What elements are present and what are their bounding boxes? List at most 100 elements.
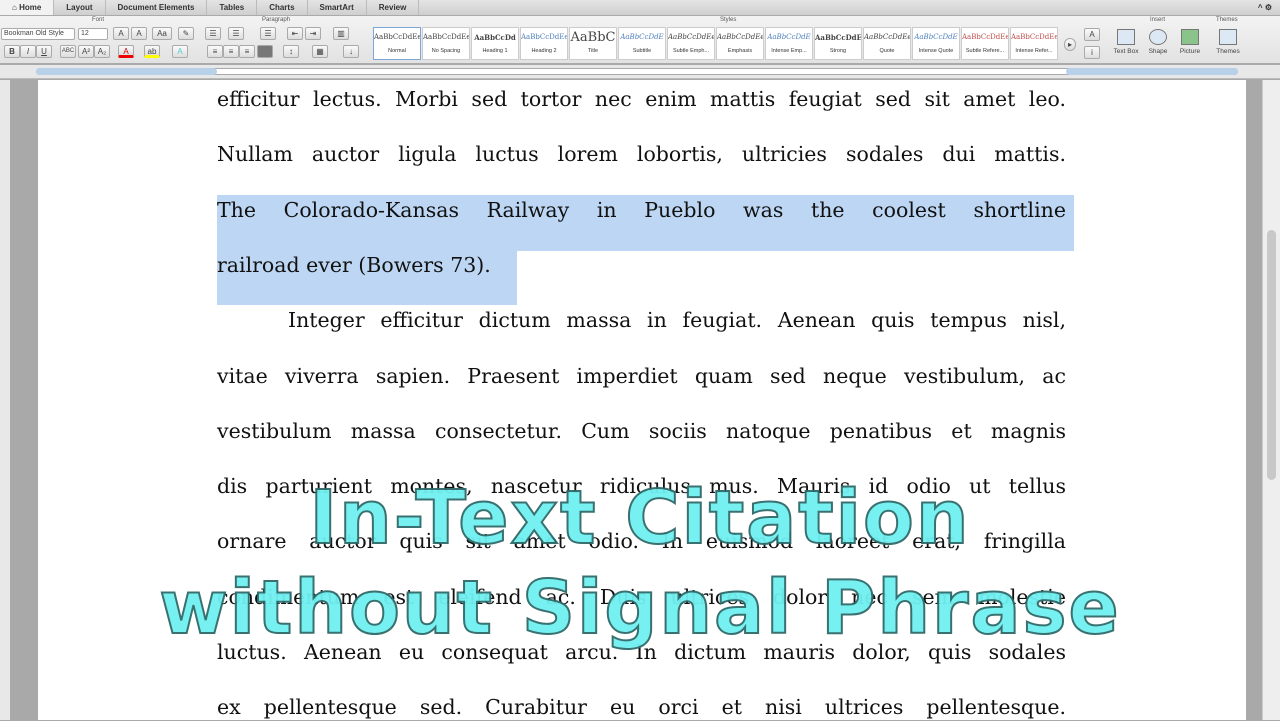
style-sample: AaBbCcDdEe <box>717 33 763 41</box>
style-intense-refer[interactable]: AaBbCcDdEe Intense Refer... <box>1010 27 1058 60</box>
style-emphasis[interactable]: AaBbCcDdEe Emphasis <box>716 27 764 60</box>
align-left-button[interactable]: ≡ <box>207 45 223 58</box>
themes-group-label: Themes <box>1216 17 1238 23</box>
tab-smartart[interactable]: SmartArt <box>308 0 367 15</box>
style-name: Normal <box>388 48 406 54</box>
style-sample: AaBbCcDdEe <box>1011 33 1057 41</box>
strikethrough-button[interactable]: ABC <box>60 45 76 58</box>
italic-button[interactable]: I <box>20 45 36 58</box>
align-center-button[interactable]: ≡ <box>223 45 239 58</box>
font-size-dropdown[interactable]: 12 <box>78 28 108 40</box>
style-heading-1[interactable]: AaBbCcDd Heading 1 <box>471 27 519 60</box>
style-sample: AaBbCcDdE <box>620 33 664 41</box>
shape-button[interactable]: Shape <box>1141 29 1175 55</box>
sort-button[interactable]: ↓ <box>343 45 359 58</box>
multilevel-list-button[interactable]: ☰ <box>260 27 276 40</box>
numbering-button[interactable]: ☰ <box>228 27 244 40</box>
style-intense-emp[interactable]: AaBbCcDdE Intense Emp... <box>765 27 813 60</box>
style-sample: AaBbCcDdEe <box>668 33 714 41</box>
style-intense-quote[interactable]: AaBbCcDdE Intense Quote <box>912 27 960 60</box>
collapse-ribbon-icon[interactable]: ^ <box>1258 3 1263 12</box>
ribbon-tabs: ⌂ Home Layout Document Elements Tables C… <box>0 0 1280 16</box>
shrink-font-button[interactable]: A <box>131 27 147 40</box>
style-normal[interactable]: AaBbCcDdEe Normal <box>373 27 421 60</box>
style-name: Emphasis <box>727 48 753 54</box>
document-line: Nullam auctor ligula luctus lorem lobort… <box>217 142 1066 167</box>
style-name: Title <box>587 48 599 54</box>
style-name: Intense Quote <box>918 48 954 54</box>
style-heading-2[interactable]: AaBbCcDdEe Heading 2 <box>520 27 568 60</box>
decrease-indent-button[interactable]: ⇤ <box>287 27 303 40</box>
horizontal-ruler[interactable] <box>0 65 1280 79</box>
style-subtitle[interactable]: AaBbCcDdE Subtitle <box>618 27 666 60</box>
text-effects-button[interactable]: A <box>172 45 188 58</box>
style-sample: AaBbCcDdEe <box>962 33 1008 41</box>
overlay-title-line-2: without Signal Phrase <box>158 565 1121 651</box>
ribbon: Font Paragraph Styles Insert Themes Book… <box>0 16 1280 64</box>
style-subtle-emph[interactable]: AaBbCcDdEe Subtle Emph... <box>667 27 715 60</box>
shape-icon <box>1149 29 1167 45</box>
font-name-dropdown[interactable]: Bookman Old Style <box>1 28 75 40</box>
justify-button[interactable] <box>257 45 273 58</box>
tab-document-elements[interactable]: Document Elements <box>106 0 208 15</box>
grow-font-button[interactable]: A <box>113 27 129 40</box>
font-color-button[interactable]: A <box>118 45 134 58</box>
style-name: Heading 2 <box>531 48 557 54</box>
increase-indent-button[interactable]: ⇥ <box>305 27 321 40</box>
style-sample: AaBbC <box>570 30 616 45</box>
clear-formatting-button[interactable]: ✎ <box>178 27 194 40</box>
style-sample: AaBbCcDdEe <box>864 33 910 41</box>
styles-gallery: AaBbCcDdEe Normal AaBbCcDdEe No Spacing AaBb… <box>373 27 1058 60</box>
style-name: Intense Refer... <box>1015 48 1053 54</box>
underline-button[interactable]: U <box>36 45 52 58</box>
change-case-button[interactable]: Aa <box>152 27 172 40</box>
subscript-button[interactable]: A₂ <box>94 45 110 58</box>
themes-button[interactable]: Themes <box>1211 29 1245 55</box>
align-right-button[interactable]: ≡ <box>239 45 255 58</box>
style-title[interactable]: AaBbC Title <box>569 27 617 60</box>
insert-group-label: Insert <box>1150 17 1166 23</box>
tab-layout[interactable]: Layout <box>54 0 106 15</box>
paragraph-group-label: Paragraph <box>262 17 291 23</box>
tab-home[interactable]: ⌂ Home <box>0 0 55 15</box>
style-subtle-refere[interactable]: AaBbCcDdEe Subtle Refere... <box>961 27 1009 60</box>
text-box-button[interactable]: Text Box <box>1109 29 1143 55</box>
style-name: Strong <box>829 48 847 54</box>
document-line: Integer efficitur dictum massa in feugia… <box>288 308 1066 333</box>
document-line: vestibulum massa consectetur. Cum sociis… <box>217 418 1066 443</box>
manage-styles-icon[interactable]: A <box>1084 28 1100 41</box>
style-strong[interactable]: AaBbCcDdE Strong <box>814 27 862 60</box>
style-sample: AaBbCcDdE <box>767 33 811 41</box>
highlight-button[interactable]: ab <box>144 45 160 58</box>
document-line: vitae viverra sapien. Praesent imperdiet… <box>217 363 1066 388</box>
columns-button[interactable]: ▥ <box>333 27 349 40</box>
document-line: ex pellentesque sed. Curabitur eu orci e… <box>217 695 1066 720</box>
gear-icon[interactable]: ⚙ <box>1265 3 1272 12</box>
style-name: No Spacing <box>431 48 461 54</box>
document-line: efficitur lectus. Morbi sed tortor nec e… <box>217 87 1066 111</box>
style-sample: AaBbCcDd <box>474 33 516 42</box>
picture-button[interactable]: Picture <box>1173 29 1207 55</box>
tab-charts[interactable]: Charts <box>257 0 308 15</box>
scrollbar-thumb[interactable] <box>1267 230 1276 480</box>
style-sample: AaBbCcDdE <box>914 33 958 41</box>
tab-tables[interactable]: Tables <box>207 0 258 15</box>
style-sample: AaBbCcDdEe <box>423 33 469 41</box>
home-icon: ⌂ <box>12 3 20 12</box>
style-name: Subtle Refere... <box>965 48 1005 54</box>
overlay-title-line-1: In-Text Citation <box>309 475 971 561</box>
document-line: The Colorado-Kansas Railway in Pueblo wa… <box>217 197 1066 222</box>
superscript-button[interactable]: A² <box>78 45 94 58</box>
styles-next-button[interactable]: ▸ <box>1064 38 1076 51</box>
styles-pane-icon[interactable]: i <box>1084 46 1100 59</box>
style-name: Quote <box>879 48 895 54</box>
style-sample: AaBbCcDdE <box>815 33 861 42</box>
bold-button[interactable]: B <box>4 45 20 58</box>
style-quote[interactable]: AaBbCcDdEe Quote <box>863 27 911 60</box>
borders-button[interactable]: ▦ <box>312 45 328 58</box>
bullets-button[interactable]: ☰ <box>205 27 221 40</box>
style-no-spacing[interactable]: AaBbCcDdEe No Spacing <box>422 27 470 60</box>
tab-review[interactable]: Review <box>367 0 420 15</box>
line-spacing-button[interactable]: ↕ <box>283 45 299 58</box>
style-name: Subtitle <box>632 48 652 54</box>
